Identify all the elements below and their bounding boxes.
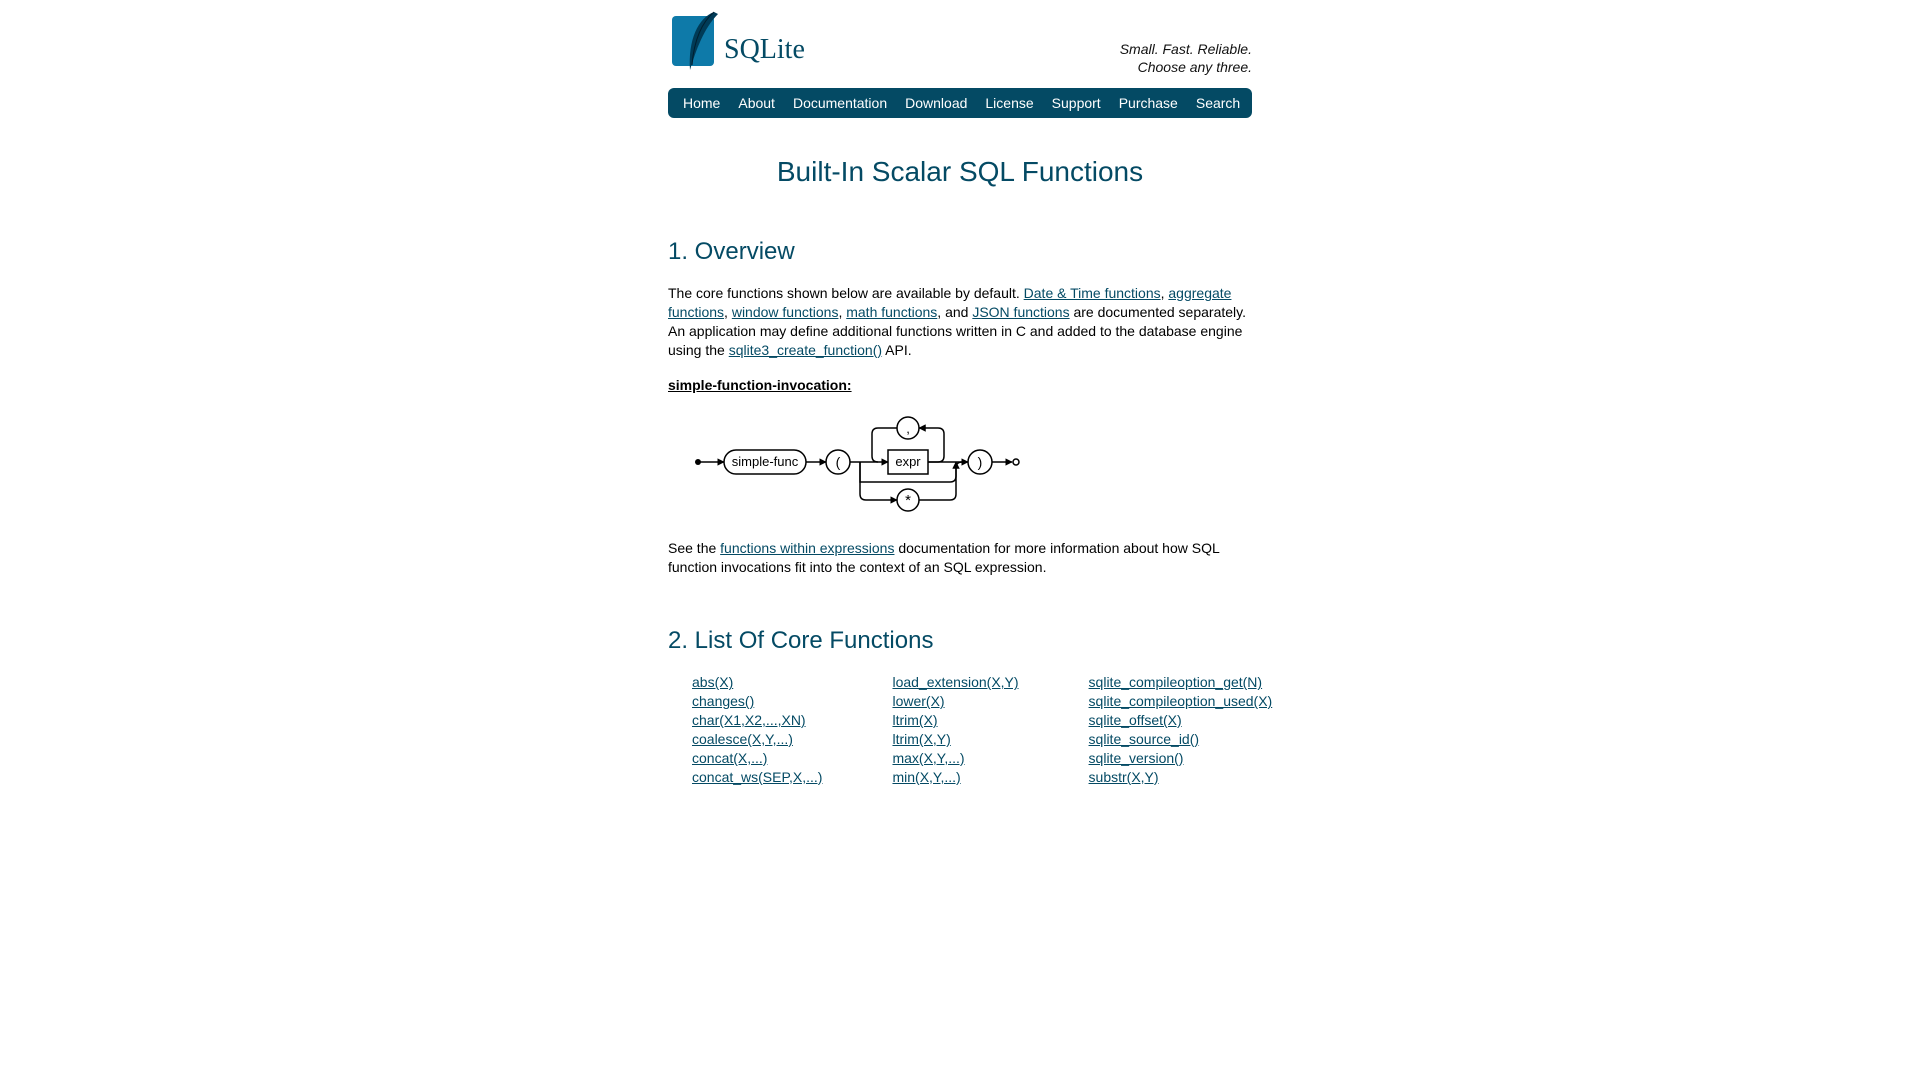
fn-compileoption-get[interactable]: sqlite_compileoption_get(N) xyxy=(1089,673,1273,692)
fn-lower[interactable]: lower(X) xyxy=(892,692,1018,711)
fn-sqlite-source-id[interactable]: sqlite_source_id() xyxy=(1089,730,1273,749)
syntax-diagram: simple-func ( expr , * ) xyxy=(692,412,1252,517)
fn-changes[interactable]: changes() xyxy=(692,692,822,711)
diagram-node-simple-func: simple-func xyxy=(732,454,799,469)
overview-paragraph-2: See the functions within expressions doc… xyxy=(668,539,1252,577)
navbar: Home About Documentation Download Licens… xyxy=(668,88,1252,118)
diagram-node-star: * xyxy=(905,492,911,509)
link-json-functions[interactable]: JSON functions xyxy=(972,304,1069,320)
diagram-node-lparen: ( xyxy=(836,454,841,470)
fn-concat[interactable]: concat(X,...) xyxy=(692,749,822,768)
fn-concat-ws[interactable]: concat_ws(SEP,X,...) xyxy=(692,768,822,787)
nav-about[interactable]: About xyxy=(729,95,784,111)
overview-text: API. xyxy=(882,342,912,358)
nav-search[interactable]: Search xyxy=(1187,95,1249,111)
overview-paragraph-1: The core functions shown below are avail… xyxy=(668,284,1252,360)
diagram-node-rparen: ) xyxy=(978,454,983,470)
function-list: abs(X) changes() char(X1,X2,...,XN) coal… xyxy=(692,673,1252,786)
section-list-heading: 2. List Of Core Functions xyxy=(668,627,1252,655)
tagline-line1: Small. Fast. Reliable. xyxy=(1120,40,1252,58)
link-functions-within-expressions[interactable]: functions within expressions xyxy=(720,540,894,556)
fn-substr[interactable]: substr(X,Y) xyxy=(1089,768,1273,787)
fn-ltrim-x[interactable]: ltrim(X) xyxy=(892,711,1018,730)
section-overview-heading: 1. Overview xyxy=(668,238,1252,266)
nav-download[interactable]: Download xyxy=(896,95,976,111)
fn-compileoption-used[interactable]: sqlite_compileoption_used(X) xyxy=(1089,692,1273,711)
link-window-functions[interactable]: window functions xyxy=(732,304,839,320)
fn-char[interactable]: char(X1,X2,...,XN) xyxy=(692,711,822,730)
tagline: Small. Fast. Reliable. Choose any three. xyxy=(1120,40,1252,80)
diagram-node-expr: expr xyxy=(895,454,921,469)
link-math-functions[interactable]: math functions xyxy=(846,304,937,320)
fn-abs[interactable]: abs(X) xyxy=(692,673,822,692)
nav-documentation[interactable]: Documentation xyxy=(784,95,896,111)
diagram-node-comma: , xyxy=(906,421,910,436)
page-title: Built-In Scalar SQL Functions xyxy=(668,156,1252,188)
overview-text: See the xyxy=(668,540,720,556)
fn-min[interactable]: min(X,Y,...) xyxy=(892,768,1018,787)
logo[interactable]: SQLite xyxy=(668,10,838,80)
link-datetime-functions[interactable]: Date & Time functions xyxy=(1024,285,1161,301)
link-create-function[interactable]: sqlite3_create_function() xyxy=(729,342,882,358)
fn-sqlite-offset[interactable]: sqlite_offset(X) xyxy=(1089,711,1273,730)
fn-ltrim-xy[interactable]: ltrim(X,Y) xyxy=(892,730,1018,749)
invocation-label[interactable]: simple-function-invocation: xyxy=(668,377,852,393)
nav-purchase[interactable]: Purchase xyxy=(1110,95,1187,111)
nav-support[interactable]: Support xyxy=(1043,95,1110,111)
fn-sqlite-version[interactable]: sqlite_version() xyxy=(1089,749,1273,768)
svg-text:SQLite: SQLite xyxy=(724,34,805,65)
overview-text: , xyxy=(724,304,732,320)
overview-text: , and xyxy=(937,304,972,320)
overview-text: The core functions shown below are avail… xyxy=(668,285,1024,301)
tagline-line2: Choose any three. xyxy=(1120,58,1252,76)
nav-license[interactable]: License xyxy=(976,95,1042,111)
fn-max[interactable]: max(X,Y,...) xyxy=(892,749,1018,768)
fn-load-extension[interactable]: load_extension(X,Y) xyxy=(892,673,1018,692)
header: SQLite Small. Fast. Reliable. Choose any… xyxy=(668,0,1252,88)
fn-coalesce[interactable]: coalesce(X,Y,...) xyxy=(692,730,822,749)
nav-home[interactable]: Home xyxy=(674,95,729,111)
